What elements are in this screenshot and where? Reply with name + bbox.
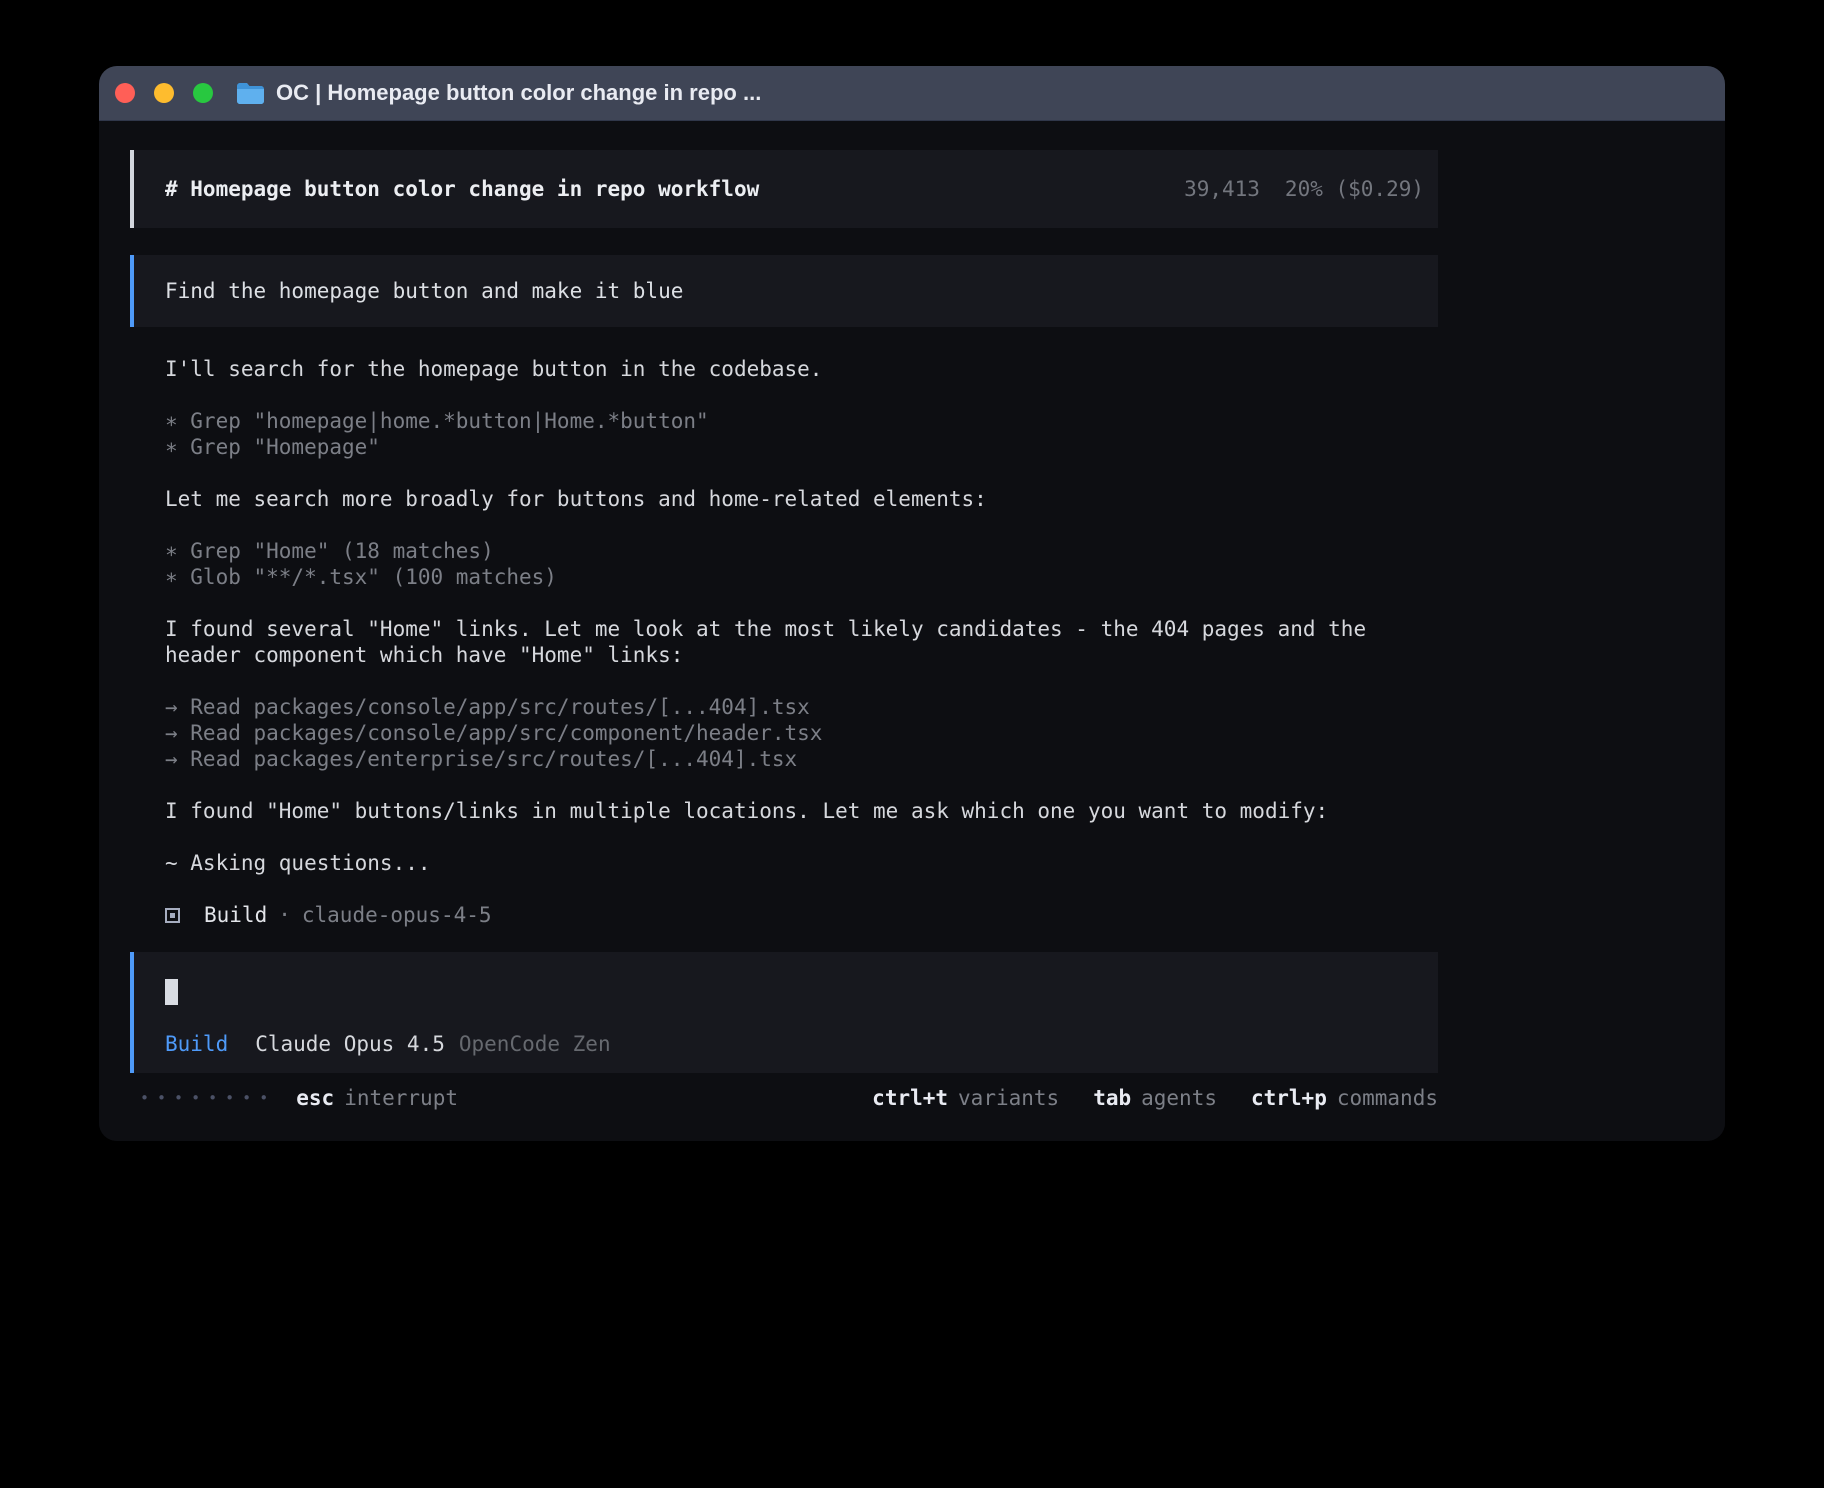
tool-call-glob: ∗ Glob "**/*.tsx" (100 matches)	[165, 564, 1438, 590]
hint-variants: ctrl+t variants	[872, 1085, 1059, 1111]
tool-call-group: ∗ Grep "Home" (18 matches) ∗ Glob "**/*.…	[165, 538, 1438, 590]
window-title-group: OC | Homepage button color change in rep…	[237, 80, 761, 106]
label-variants: variants	[958, 1086, 1059, 1110]
tool-call-group: → Read packages/console/app/src/routes/[…	[165, 694, 1438, 772]
key-tab: tab	[1093, 1086, 1131, 1110]
provider-label: OpenCode Zen	[459, 1031, 611, 1057]
key-ctrl-p: ctrl+p	[1251, 1086, 1327, 1110]
assistant-text: I found "Home" buttons/links in multiple…	[165, 798, 1438, 824]
window-title: OC | Homepage button color change in rep…	[276, 80, 761, 106]
assistant-text: header component which have "Home" links…	[165, 642, 1438, 668]
spinner-dots: ••••••••	[140, 1085, 276, 1111]
token-count: 39,413	[1184, 177, 1260, 201]
input-meta: Build Claude Opus 4.5 OpenCode Zen	[165, 1031, 1411, 1057]
assistant-text: I found several "Home" links. Let me loo…	[165, 616, 1438, 642]
text-cursor	[165, 979, 178, 1005]
minimize-button[interactable]	[154, 83, 174, 103]
folder-icon	[237, 83, 264, 104]
assistant-paragraph: I found several "Home" links. Let me loo…	[165, 616, 1438, 668]
tool-call-grep: ∗ Grep "Homepage"	[165, 434, 1438, 460]
key-ctrl-t: ctrl+t	[872, 1086, 948, 1110]
session-title: # Homepage button color change in repo w…	[165, 176, 759, 202]
agent-icon	[165, 908, 180, 923]
input-line[interactable]	[165, 979, 1411, 1005]
assistant-text: Let me search more broadly for buttons a…	[165, 486, 1438, 512]
footer-right: ctrl+t variants tab agents ctrl+p commands	[872, 1085, 1438, 1111]
close-button[interactable]	[115, 83, 135, 103]
label-agents: agents	[1141, 1086, 1217, 1110]
user-message: Find the homepage button and make it blu…	[130, 255, 1438, 327]
hint-commands: ctrl+p commands	[1251, 1085, 1438, 1111]
asking-questions-status: ~ Asking questions...	[165, 850, 1438, 876]
tool-call-read: → Read packages/console/app/src/routes/[…	[165, 694, 1438, 720]
label-interrupt: interrupt	[344, 1086, 458, 1110]
tool-call-group: ∗ Grep "homepage|home.*button|Home.*butt…	[165, 408, 1438, 460]
agent-model: claude-opus-4-5	[302, 902, 492, 928]
tool-call-grep: ∗ Grep "Home" (18 matches)	[165, 538, 1438, 564]
titlebar[interactable]: OC | Homepage button color change in rep…	[99, 66, 1725, 121]
model-label: Claude Opus 4.5	[255, 1031, 445, 1057]
conversation: I'll search for the homepage button in t…	[130, 356, 1438, 928]
key-esc: esc	[296, 1086, 334, 1110]
traffic-lights	[115, 83, 213, 103]
hint-agents: tab agents	[1093, 1085, 1217, 1111]
user-message-text: Find the homepage button and make it blu…	[165, 279, 683, 303]
agent-separator: ·	[278, 902, 291, 928]
terminal-window: OC | Homepage button color change in rep…	[99, 66, 1725, 1141]
context-usage: 20% ($0.29)	[1285, 177, 1424, 201]
terminal-content: # Homepage button color change in repo w…	[99, 121, 1725, 1141]
agent-status-line: Build · claude-opus-4-5	[165, 902, 1438, 928]
session-stats: 39,413 20% ($0.29)	[1184, 176, 1424, 202]
agent-name: Build	[204, 902, 267, 928]
tool-call-read: → Read packages/console/app/src/componen…	[165, 720, 1438, 746]
footer-left: •••••••• esc interrupt	[140, 1085, 458, 1111]
prompt-input[interactable]: Build Claude Opus 4.5 OpenCode Zen	[130, 952, 1438, 1073]
tool-call-read: → Read packages/enterprise/src/routes/[.…	[165, 746, 1438, 772]
assistant-text: I'll search for the homepage button in t…	[165, 356, 1438, 382]
label-commands: commands	[1337, 1086, 1438, 1110]
agent-mode-label: Build	[165, 1031, 228, 1057]
zoom-button[interactable]	[193, 83, 213, 103]
hint-interrupt: esc interrupt	[296, 1085, 458, 1111]
status-footer: •••••••• esc interrupt ctrl+t variants tab…	[130, 1085, 1438, 1111]
tool-call-grep: ∗ Grep "homepage|home.*button|Home.*butt…	[165, 408, 1438, 434]
session-header: # Homepage button color change in repo w…	[130, 150, 1438, 228]
